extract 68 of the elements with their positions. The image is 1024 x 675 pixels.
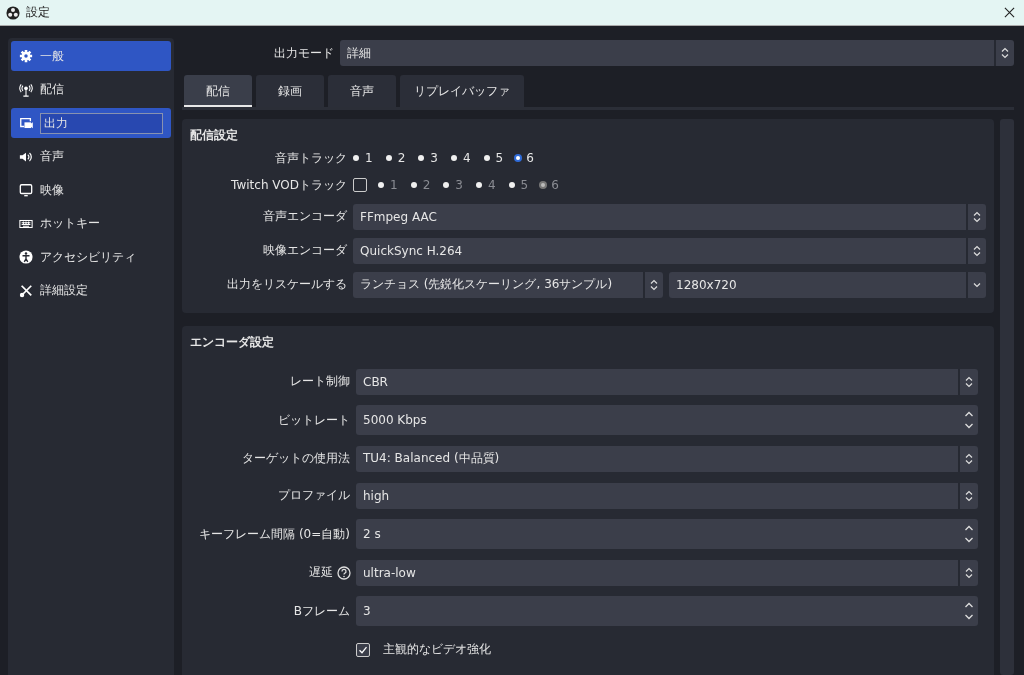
radio-button[interactable]: 4 [450, 151, 471, 165]
field-label: キーフレーム間隔 (0=自動) [198, 525, 351, 543]
checkbox-label[interactable]: 主観的なビデオ強化 [383, 641, 491, 658]
output-mode-dropdown[interactable]: 詳細 [340, 40, 1014, 66]
group-title: 配信設定 [190, 127, 239, 144]
sidebar-item[interactable]: 映像 [11, 175, 171, 205]
monitor-icon [19, 183, 33, 197]
dropdown[interactable]: ultra-low [356, 559, 978, 586]
help-icon[interactable] [337, 565, 351, 580]
radio-button[interactable]: 2 [385, 151, 406, 165]
close-icon[interactable] [1004, 7, 1015, 18]
spin-arrows-icon [964, 524, 974, 544]
window-title: 設定 [26, 4, 50, 21]
tab[interactable]: 音声 [328, 75, 396, 107]
radio-button[interactable]: 6 [516, 151, 534, 165]
sidebar-item[interactable]: 音声 [11, 141, 171, 172]
tab[interactable]: 録画 [256, 75, 324, 107]
field-label: レート制御 [289, 373, 351, 390]
field-label: 映像エンコーダ [262, 242, 348, 259]
antenna-icon [19, 82, 33, 97]
sidebar-item[interactable]: 配信 [11, 74, 171, 105]
up-down-chevron-icon [965, 452, 973, 465]
dropdown[interactable]: TU4: Balanced (中品質) [356, 445, 978, 472]
app-logo-icon [6, 5, 20, 20]
tools-icon [19, 283, 33, 298]
radio-button[interactable]: 5 [483, 151, 504, 165]
field-label: Twitch VODトラック [230, 176, 348, 194]
sidebar-item[interactable]: 一般 [11, 41, 171, 71]
dropdown[interactable]: QuickSync H.264 [353, 237, 986, 264]
dropdown[interactable]: FFmpeg AAC [353, 203, 986, 230]
dropdown[interactable]: high [356, 482, 978, 509]
up-down-chevron-icon [965, 375, 973, 388]
field-label: 音声トラック [274, 149, 348, 167]
dropdown[interactable]: CBR [356, 368, 978, 395]
output-icon [19, 116, 33, 130]
field-label: ターゲットの使用法 [241, 450, 351, 467]
radio-button[interactable]: 1 [353, 151, 373, 165]
sidebar-item[interactable]: 詳細設定 [11, 275, 171, 306]
up-down-chevron-icon [650, 278, 658, 291]
up-down-chevron-icon [973, 244, 981, 257]
field-label: 出力モード [273, 44, 335, 62]
up-down-chevron-icon [965, 566, 973, 579]
field-label: Bフレーム [292, 602, 351, 620]
field-label: 音声エンコーダ [262, 208, 348, 225]
dropdown[interactable]: 1280x720 [669, 271, 986, 298]
dropdown[interactable]: ランチョス (先鋭化スケーリング, 36サンプル) [353, 271, 663, 298]
gear-icon [19, 49, 33, 63]
spin-arrows-icon [964, 410, 974, 430]
field-label: 出力をリスケールする [226, 276, 348, 293]
spin-arrows-icon [964, 601, 974, 621]
field-label: 遅延 [308, 564, 334, 581]
field-label: プロファイル [277, 487, 351, 504]
spin-box[interactable]: 2 s [356, 519, 978, 549]
radio-button[interactable]: 3 [418, 151, 438, 165]
spin-box[interactable]: 3 [356, 596, 978, 626]
field-label: ビットレート [277, 411, 351, 429]
group-title: エンコーダ設定 [190, 334, 275, 351]
spin-box[interactable]: 5000 Kbps [356, 405, 978, 435]
tab[interactable]: 配信 [184, 75, 252, 107]
up-down-chevron-icon [973, 210, 981, 223]
tab[interactable]: リプレイバッファ [400, 75, 524, 107]
sidebar-item[interactable]: アクセシビリティ [11, 242, 171, 272]
up-down-chevron-icon [965, 489, 973, 502]
sidebar-item[interactable]: 出力 [11, 108, 171, 138]
up-down-chevron-icon [1001, 47, 1009, 59]
accessibility-icon [19, 250, 33, 264]
sidebar-item[interactable]: ホットキー [11, 208, 171, 239]
checkbox[interactable] [356, 642, 370, 657]
